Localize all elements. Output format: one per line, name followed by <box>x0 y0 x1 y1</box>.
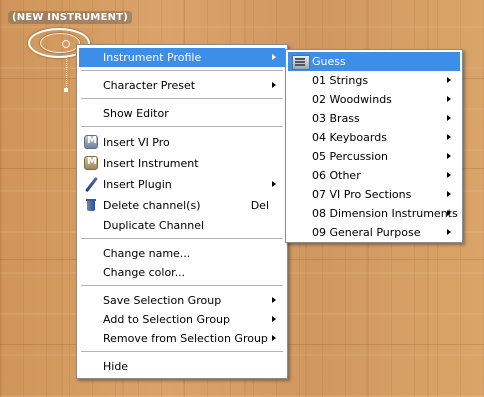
menu-item-insert-plugin[interactable]: Insert Plugin <box>79 175 285 194</box>
menu-item-label: 04 Keyboards <box>312 131 387 144</box>
menu-item-label: Change name... <box>103 247 191 260</box>
menu-item-hide[interactable]: Hide <box>79 357 285 376</box>
menu-item-label: 01 Strings <box>312 74 369 87</box>
shortcut-label: Del <box>250 199 269 212</box>
menu-separator <box>81 285 283 286</box>
guess-icon <box>292 54 310 70</box>
submenu-item-guess[interactable]: Guess <box>288 52 460 71</box>
menu-item-label: Duplicate Channel <box>103 219 205 232</box>
context-menu: Instrument Profile Character Preset Show… <box>76 44 288 379</box>
submenu-item-woodwinds[interactable]: 02 Woodwinds <box>288 90 460 109</box>
submenu-arrow-icon <box>447 191 451 197</box>
menu-item-label: Guess <box>312 55 346 68</box>
submenu-item-keyboards[interactable]: 04 Keyboards <box>288 128 460 147</box>
menu-item-duplicate-channel[interactable]: Duplicate Channel <box>79 216 285 235</box>
submenu-arrow-icon <box>272 297 276 303</box>
submenu-arrow-icon <box>447 172 451 178</box>
instrument-profile-submenu: Guess 01 Strings 02 Woodwinds 03 Brass 0… <box>285 49 463 243</box>
menu-item-label: Add to Selection Group <box>103 313 231 326</box>
menu-item-insert-vi-pro[interactable]: Insert VI Pro <box>79 133 285 152</box>
submenu-arrow-icon <box>272 82 276 88</box>
submenu-item-other[interactable]: 06 Other <box>288 166 460 185</box>
instrument-label[interactable]: (NEW INSTRUMENT) <box>8 11 132 24</box>
menu-item-label: Delete channel(s) <box>103 199 201 212</box>
submenu-arrow-icon <box>447 96 451 102</box>
menu-item-label: 02 Woodwinds <box>312 93 392 106</box>
menu-separator <box>81 98 283 99</box>
submenu-arrow-icon <box>447 115 451 121</box>
menu-item-label: 07 VI Pro Sections <box>312 188 412 201</box>
menu-item-change-color[interactable]: Change color... <box>79 263 285 282</box>
menu-item-label: Insert Plugin <box>103 178 172 191</box>
instrument-inner-ring <box>40 33 80 53</box>
menu-separator <box>81 126 283 127</box>
menu-item-label: Insert Instrument <box>103 157 199 170</box>
vi-pro-icon <box>84 135 98 149</box>
submenu-arrow-icon <box>272 181 276 187</box>
submenu-item-percussion[interactable]: 05 Percussion <box>288 147 460 166</box>
menu-item-label: 06 Other <box>312 169 361 182</box>
menu-item-change-name[interactable]: Change name... <box>79 244 285 263</box>
menu-item-label: 05 Percussion <box>312 150 389 163</box>
menu-item-add-to-selection-group[interactable]: Add to Selection Group <box>79 310 285 329</box>
menu-item-character-preset[interactable]: Character Preset <box>79 76 285 95</box>
submenu-arrow-icon <box>272 54 276 60</box>
plugin-icon <box>84 177 98 191</box>
menu-item-label: Character Preset <box>103 79 196 92</box>
menu-item-label: Show Editor <box>103 107 169 120</box>
submenu-item-general-purpose[interactable]: 09 General Purpose <box>288 223 460 242</box>
menu-item-instrument-profile[interactable]: Instrument Profile <box>79 48 285 67</box>
menu-item-label: Hide <box>103 360 129 373</box>
menu-separator <box>81 70 283 71</box>
menu-item-label: Save Selection Group <box>103 294 222 307</box>
menu-separator <box>81 238 283 239</box>
menu-item-label: Remove from Selection Group <box>103 332 268 345</box>
instrument-position-dot <box>64 88 68 92</box>
instrument-handle[interactable] <box>62 40 70 48</box>
instrument-icon <box>84 156 98 170</box>
menu-separator <box>81 351 283 352</box>
submenu-item-brass[interactable]: 03 Brass <box>288 109 460 128</box>
submenu-arrow-icon <box>447 134 451 140</box>
menu-item-save-selection-group[interactable]: Save Selection Group <box>79 291 285 310</box>
submenu-item-vi-pro-sections[interactable]: 07 VI Pro Sections <box>288 185 460 204</box>
menu-item-insert-instrument[interactable]: Insert Instrument <box>79 154 285 173</box>
menu-item-label: 03 Brass <box>312 112 360 125</box>
menu-item-label: 08 Dimension Instruments <box>312 207 458 220</box>
menu-item-label: Insert VI Pro <box>103 136 170 149</box>
submenu-arrow-icon <box>447 77 451 83</box>
menu-item-delete-channels[interactable]: Delete channel(s) Del <box>79 196 285 215</box>
submenu-arrow-icon <box>272 335 276 341</box>
submenu-item-dimension-instruments[interactable]: 08 Dimension Instruments <box>288 204 460 223</box>
submenu-arrow-icon <box>447 210 451 216</box>
menu-item-remove-from-selection-group[interactable]: Remove from Selection Group <box>79 329 285 348</box>
menu-item-show-editor[interactable]: Show Editor <box>79 104 285 123</box>
submenu-arrow-icon <box>447 153 451 159</box>
submenu-arrow-icon <box>447 229 451 235</box>
menu-item-label: 09 General Purpose <box>312 226 421 239</box>
instrument-position-line <box>66 56 67 90</box>
menu-item-label: Instrument Profile <box>103 51 202 64</box>
submenu-arrow-icon <box>272 316 276 322</box>
submenu-item-strings[interactable]: 01 Strings <box>288 71 460 90</box>
menu-item-label: Change color... <box>103 266 186 279</box>
trash-icon <box>84 198 98 212</box>
